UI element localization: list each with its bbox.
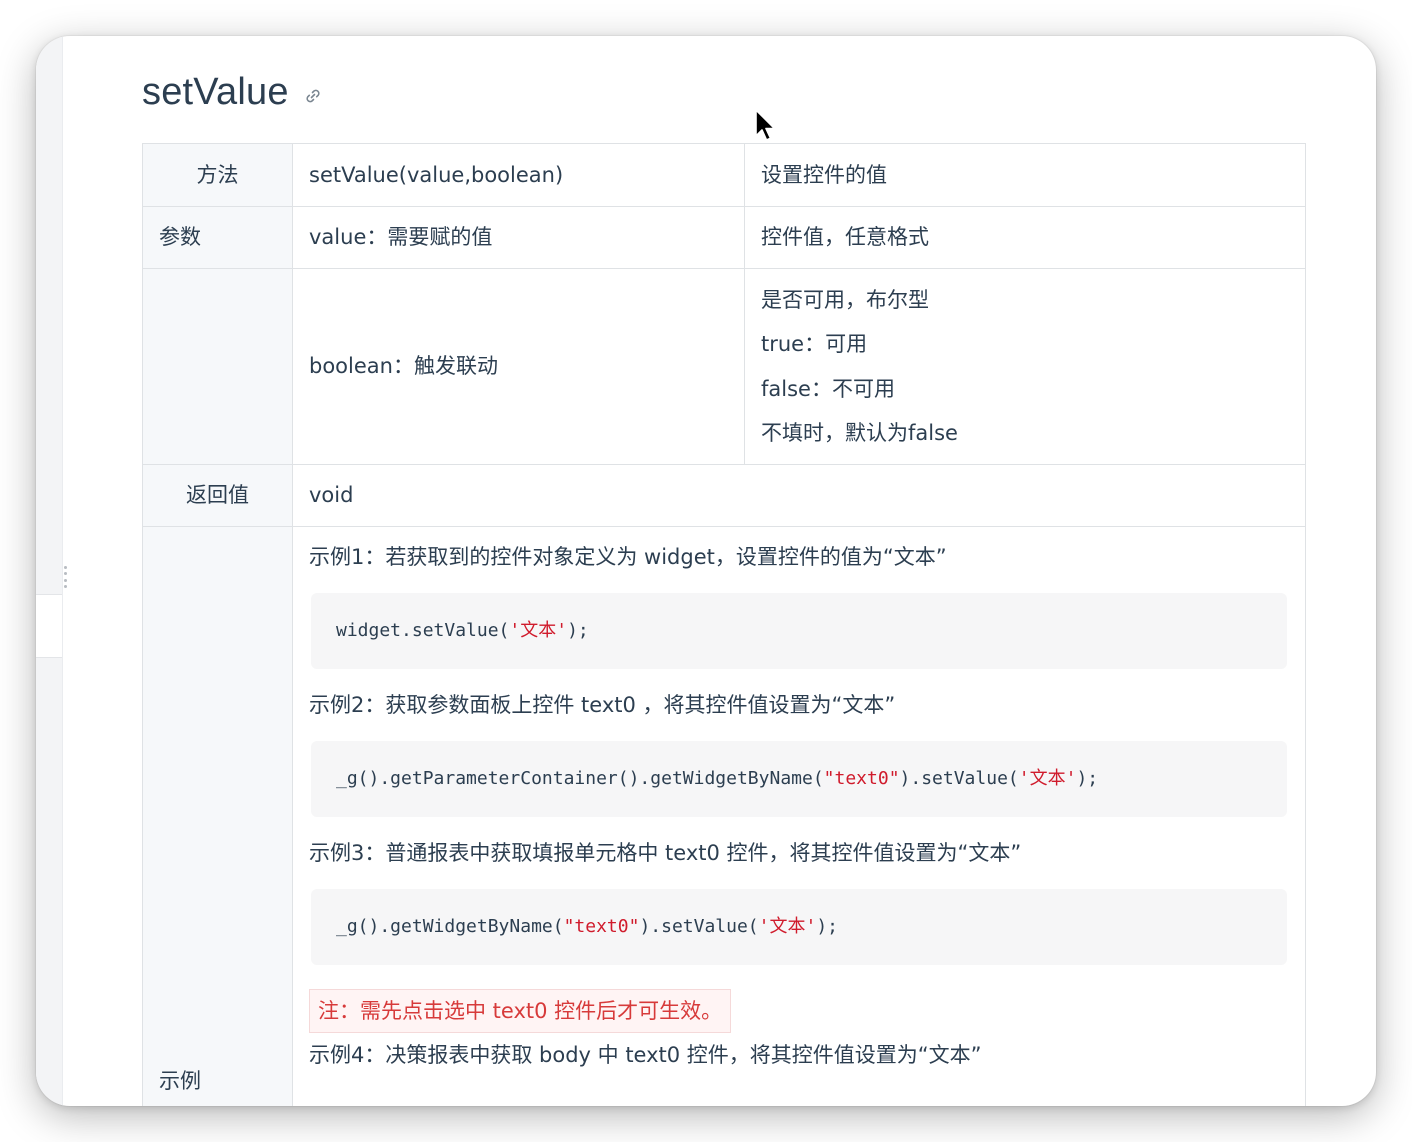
sidebar-toggle[interactable] bbox=[36, 594, 62, 658]
param-description-line: false：不可用 bbox=[761, 376, 895, 401]
note-wrapper: 注：需先点击选中 text0 控件后才可生效。 bbox=[309, 987, 1289, 1034]
param-description-line: 不填时，默认为false bbox=[761, 421, 958, 445]
return-row: 返回值 void bbox=[142, 464, 1306, 527]
method-label: 方法 bbox=[142, 143, 293, 207]
resize-handle[interactable] bbox=[64, 566, 68, 588]
link-icon[interactable] bbox=[303, 86, 323, 106]
example-content: 示例1：若获取到的控件对象定义为 widget，设置控件的值为“文本” widg… bbox=[292, 526, 1306, 1106]
method-row: 方法 setValue(value,boolean) 设置控件的值 bbox=[142, 143, 1306, 207]
code-string: "text0" bbox=[823, 767, 900, 789]
code-block[interactable]: widget.setValue('文本'); bbox=[311, 593, 1287, 669]
code-token: ).setValue( bbox=[639, 915, 759, 937]
code-token: ).setValue( bbox=[899, 767, 1019, 789]
code-token: ); bbox=[567, 619, 589, 641]
example-label: 示例 bbox=[159, 1068, 201, 1093]
param-description: 控件值，任意格式 bbox=[744, 206, 1306, 269]
example-text: 示例2：获取参数面板上控件 text0 ，将其控件值设置为“文本” bbox=[309, 693, 896, 717]
param-row: boolean：触发联动 是否可用，布尔型 true：可用 false：不可用 … bbox=[142, 268, 1306, 465]
code-string: '文本' bbox=[1018, 767, 1077, 789]
browser-window: setValue 方法 setValue(value,boolean) 设置控件… bbox=[36, 36, 1376, 1106]
code-string: '文本' bbox=[509, 619, 568, 641]
param-row: 参数 value：需要赋的值 控件值，任意格式 bbox=[142, 206, 1306, 269]
code-string: "text0" bbox=[563, 915, 640, 937]
page-title: setValue bbox=[142, 70, 289, 113]
sidebar-collapsed bbox=[36, 36, 63, 1106]
code-token: ); bbox=[816, 915, 839, 937]
example-text: 示例4：决策报表中获取 body 中 text0 控件，将其控件值设置为“文本” bbox=[309, 1043, 982, 1068]
return-value: void bbox=[292, 464, 1306, 527]
return-label: 返回值 bbox=[142, 464, 293, 527]
example-row: 示例 示例1：若获取到的控件对象定义为 widget，设置控件的值为“文本” w… bbox=[142, 526, 1306, 1106]
method-signature: setValue(value,boolean) bbox=[292, 143, 745, 207]
api-table: 方法 setValue(value,boolean) 设置控件的值 参数 val… bbox=[142, 143, 1306, 1106]
example-text: 示例1：若获取到的控件对象定义为 widget，设置控件的值为“文本” bbox=[309, 545, 947, 569]
params-label: 参数 bbox=[142, 206, 293, 269]
code-token: widget.setValue( bbox=[336, 619, 510, 641]
title-row: setValue bbox=[142, 66, 1306, 118]
code-string: '文本' bbox=[758, 915, 817, 937]
code-token: _g().getWidgetByName( bbox=[336, 915, 564, 937]
mouse-cursor-icon bbox=[755, 109, 776, 141]
code-block[interactable]: _g().getParameterContainer().getWidgetBy… bbox=[311, 741, 1287, 817]
example-text: 示例3：普通报表中获取填报单元格中 text0 控件，将其控件值设置为“文本” bbox=[309, 841, 1022, 865]
param-name: value：需要赋的值 bbox=[292, 206, 745, 269]
param-description: 是否可用，布尔型 true：可用 false：不可用 不填时，默认为false bbox=[744, 268, 1306, 465]
param-description-line: 是否可用，布尔型 bbox=[761, 287, 929, 312]
doc-content: setValue 方法 setValue(value,boolean) 设置控件… bbox=[142, 66, 1306, 1106]
params-label-empty bbox=[142, 268, 293, 465]
param-description-line: true：可用 bbox=[761, 332, 868, 356]
example-label-cell: 示例 bbox=[142, 526, 293, 1106]
warning-note: 注：需先点击选中 text0 控件后才可生效。 bbox=[309, 989, 732, 1034]
code-token: ); bbox=[1076, 767, 1099, 789]
param-name: boolean：触发联动 bbox=[292, 268, 745, 465]
code-block[interactable]: _g().getWidgetByName("text0").setValue('… bbox=[311, 889, 1287, 965]
code-token: _g().getParameterContainer().getWidgetBy… bbox=[336, 767, 824, 789]
method-description: 设置控件的值 bbox=[744, 143, 1306, 207]
